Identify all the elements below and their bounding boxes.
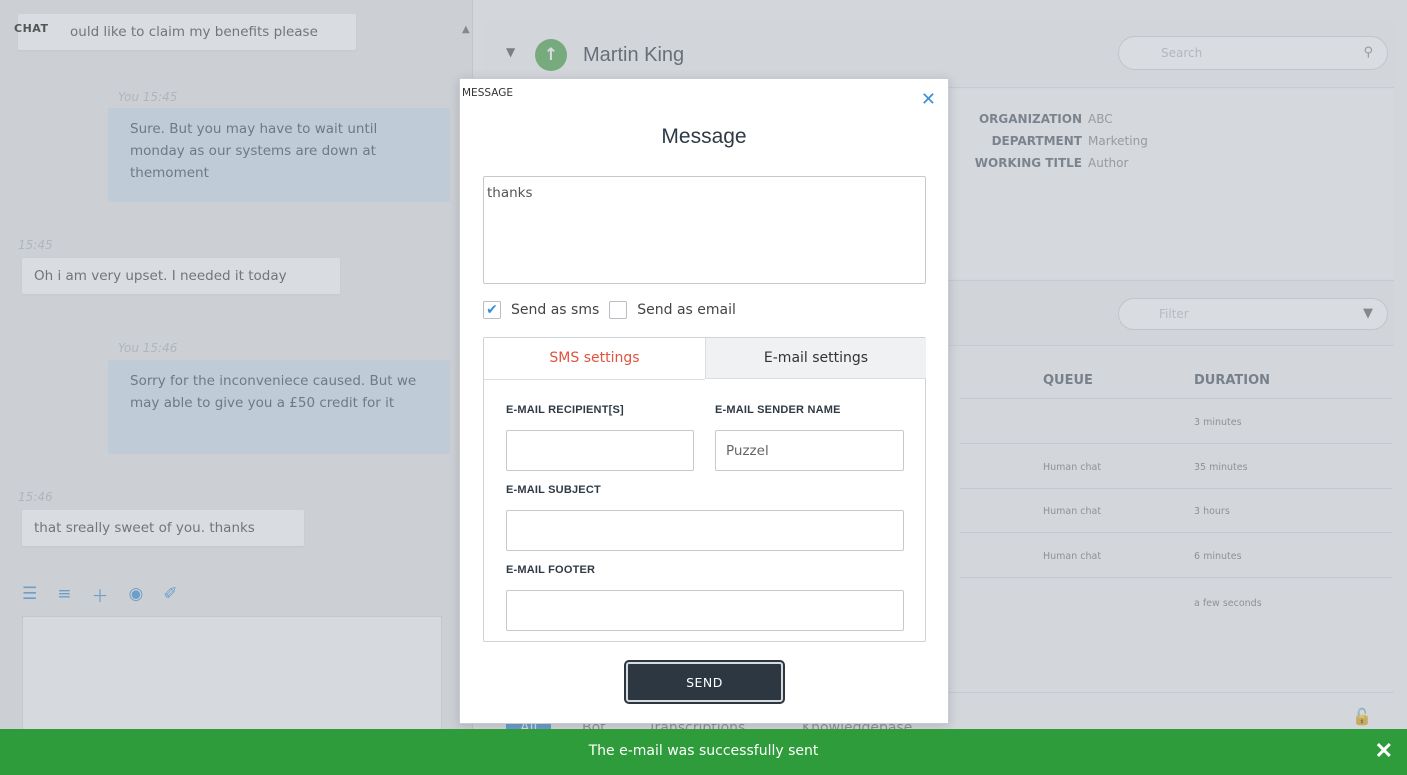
email-sender-label: E-MAIL SENDER NAME [715,404,841,416]
tab-sms-settings[interactable]: SMS settings [484,338,705,379]
close-icon[interactable]: ✕ [1375,738,1393,764]
send-as-sms-checkbox[interactable]: ✔ [483,301,501,319]
email-sender-field[interactable] [715,430,904,471]
toast-message: The e-mail was successfully sent [588,743,819,759]
close-icon[interactable]: ✕ [921,89,936,110]
send-as-sms-label: Send as sms [511,302,600,318]
email-subject-label: E-MAIL SUBJECT [506,484,601,496]
email-subject-field[interactable] [506,510,904,551]
message-textarea[interactable]: thanks [483,176,926,284]
send-options: ✔ Send as sms Send as email [483,301,742,319]
settings-panel: SMS settings E-mail settings E-MAIL RECI… [483,337,926,642]
send-as-email-checkbox[interactable] [609,301,628,319]
send-as-email-label: Send as email [637,302,736,318]
chat-tag: CHAT [14,22,49,35]
tab-email-settings[interactable]: E-mail settings [705,338,926,379]
dialog-tag: MESSAGE [462,87,513,99]
email-recipient-label: E-MAIL RECIPIENT[S] [506,404,624,416]
tab-divider [484,379,705,380]
message-dialog: MESSAGE ✕ Message thanks ✔ Send as sms S… [459,78,949,724]
email-recipient-field[interactable] [506,430,694,471]
email-footer-field[interactable] [506,590,904,631]
success-toast: The e-mail was successfully sent ✕ [0,729,1407,775]
send-button[interactable]: SEND [624,660,785,704]
dialog-title: Message [661,125,747,148]
email-footer-label: E-MAIL FOOTER [506,564,596,576]
